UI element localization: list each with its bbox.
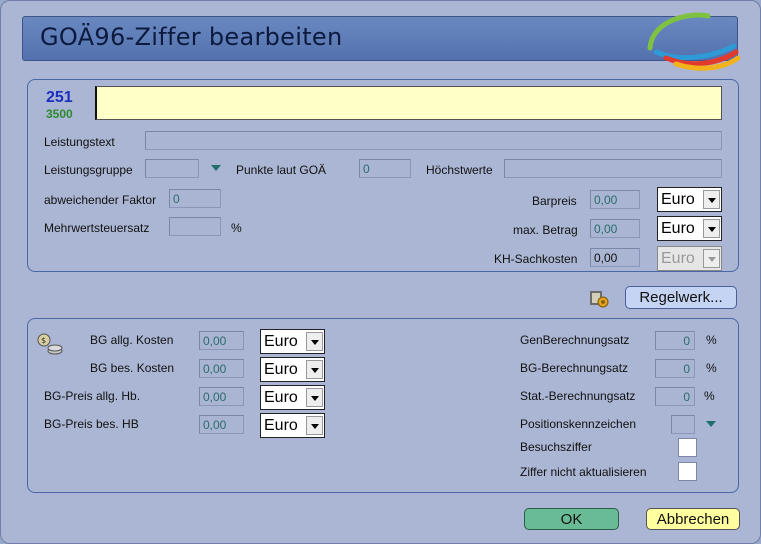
mwst-label: Mehrwertsteuersatz — [44, 221, 150, 235]
regelwerk-button[interactable]: Regelwerk... — [625, 286, 737, 309]
besuchsziffer-checkbox[interactable] — [678, 438, 697, 457]
bg-preis-bes-label: BG-Preis bes. HB — [44, 417, 139, 431]
stat-berechnungsatz-label: Stat.-Berechnungsatz — [520, 389, 636, 403]
maxbetrag-label: max. Betrag — [513, 223, 578, 237]
chevron-down-icon[interactable] — [306, 360, 323, 379]
bg-preis-bes-field[interactable]: 0,00 — [199, 415, 244, 434]
maxbetrag-currency-select[interactable]: Euro — [657, 216, 722, 241]
svg-text:$: $ — [41, 336, 46, 345]
chevron-down-icon[interactable] — [703, 190, 720, 209]
leistungsgruppe-label: Leistungsgruppe — [44, 163, 133, 177]
chevron-down-icon — [703, 249, 720, 268]
faktor-field[interactable]: 0 — [169, 189, 221, 208]
positionskennzeichen-label: Positionskennzeichen — [520, 417, 637, 431]
barpreis-label: Barpreis — [532, 194, 577, 208]
app-logo — [647, 12, 740, 71]
chevron-down-icon[interactable] — [306, 416, 323, 435]
coins-icon: $ — [37, 333, 63, 355]
faktor-label: abweichender Faktor — [44, 193, 157, 207]
bg-percent: % — [706, 361, 717, 375]
ziffer-input[interactable] — [95, 86, 722, 120]
bg-berechnungsatz-field[interactable]: 0 — [655, 359, 695, 378]
stat-berechnungsatz-field[interactable]: 0 — [655, 387, 695, 406]
hoechstwerte-field[interactable] — [504, 159, 722, 178]
cancel-button[interactable]: Abbrechen — [646, 508, 740, 530]
nicht-aktualisieren-checkbox[interactable] — [678, 462, 697, 481]
hoechstwerte-label: Höchstwerte — [426, 163, 493, 177]
ok-button[interactable]: OK — [524, 508, 619, 530]
bg-preis-allg-field[interactable]: 0,00 — [199, 387, 244, 406]
bg-allg-kosten-currency-select[interactable]: Euro — [260, 329, 325, 354]
nicht-aktualisieren-label: Ziffer nicht aktualisieren — [520, 465, 647, 479]
positionskennzeichen-field[interactable] — [671, 415, 695, 434]
besuchsziffer-label: Besuchsziffer — [520, 440, 592, 454]
punkte-label: Punkte laut GOÄ — [236, 163, 327, 177]
bg-preis-allg-currency-select[interactable]: Euro — [260, 385, 325, 410]
rules-gear-icon[interactable] — [587, 287, 611, 309]
bg-bes-kosten-label: BG bes. Kosten — [90, 361, 175, 375]
barpreis-currency-select[interactable]: Euro — [657, 187, 722, 212]
kh-sachkosten-label: KH-Sachkosten — [494, 252, 578, 266]
leistungstext-field[interactable] — [145, 131, 722, 150]
kh-currency-select: Euro — [657, 246, 722, 271]
gen-berechnungsatz-label: GenBerechnungsatz — [520, 333, 630, 347]
gen-percent: % — [706, 333, 717, 347]
leistungsgruppe-dropdown-icon[interactable] — [211, 165, 221, 171]
kh-sachkosten-field[interactable]: 0,00 — [590, 248, 640, 267]
bg-allg-kosten-label: BG allg. Kosten — [90, 333, 174, 347]
mwst-percent: % — [231, 221, 242, 235]
gen-berechnungsatz-field[interactable]: 0 — [655, 331, 695, 350]
bg-bes-kosten-currency-select[interactable]: Euro — [260, 357, 325, 382]
stat-percent: % — [704, 389, 715, 403]
dialog-title: GOÄ96-Ziffer bearbeiten — [40, 23, 343, 51]
punkte-field[interactable]: 0 — [359, 159, 411, 178]
barpreis-field[interactable]: 0,00 — [590, 190, 640, 209]
bg-preis-allg-label: BG-Preis allg. Hb. — [44, 389, 141, 403]
chevron-down-icon[interactable] — [703, 219, 720, 238]
positionskennzeichen-dropdown-icon[interactable] — [706, 421, 716, 427]
chevron-down-icon[interactable] — [306, 332, 323, 351]
bg-berechnungsatz-label: BG-Berechnungsatz — [520, 361, 629, 375]
leistungstext-label: Leistungstext — [44, 135, 115, 149]
mwst-field[interactable] — [169, 217, 221, 236]
bg-bes-kosten-field[interactable]: 0,00 — [199, 359, 244, 378]
bg-preis-bes-currency-select[interactable]: Euro — [260, 413, 325, 438]
chevron-down-icon[interactable] — [306, 388, 323, 407]
maxbetrag-field[interactable]: 0,00 — [590, 219, 640, 238]
ziffer-number-icon: 251 3500 — [46, 89, 73, 121]
leistungsgruppe-field[interactable] — [145, 159, 199, 178]
bg-allg-kosten-field[interactable]: 0,00 — [199, 331, 244, 350]
